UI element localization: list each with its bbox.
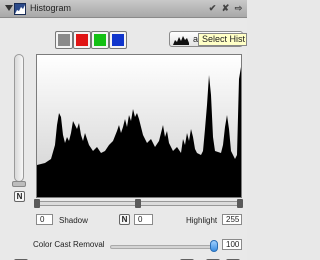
color-cast-input[interactable]: 100 [222, 239, 242, 250]
red-swatch [76, 34, 88, 46]
shadow-input[interactable]: 0 [36, 214, 53, 225]
histogram-app-icon [14, 3, 26, 15]
green-swatch [94, 34, 106, 46]
blue-swatch [112, 34, 124, 46]
color-cast-thumb[interactable] [210, 240, 218, 252]
window-titlebar: Histogram ✔ ✘ ⇨ [0, 0, 247, 18]
color-cast-slider[interactable] [110, 245, 214, 249]
mode-select-tooltip: Select Hist [198, 33, 247, 46]
shadow-slider-thumb[interactable] [34, 199, 40, 208]
histogram-panel: additive ▲▼ N 0 Shadow N 0 Highlight 255… [0, 19, 247, 260]
normalize-left-button[interactable]: N [14, 191, 25, 202]
histogram-graph [36, 54, 242, 198]
midtone-slider-thumb[interactable] [135, 199, 141, 208]
color-cast-label: Color Cast Removal [33, 240, 105, 249]
channel-blue-button[interactable] [109, 31, 127, 49]
mini-histogram-icon [173, 36, 189, 45]
channel-red-button[interactable] [73, 31, 91, 49]
highlight-label: Highlight [186, 216, 218, 225]
channel-green-button[interactable] [91, 31, 109, 49]
gray-swatch [58, 34, 70, 46]
highlight-input[interactable]: 255 [222, 214, 242, 225]
close-x-icon[interactable]: ✘ [220, 3, 231, 14]
normalize-mid-button[interactable]: N [119, 214, 130, 225]
vertical-scale-slider[interactable] [14, 54, 24, 182]
collapse-triangle-icon[interactable] [5, 5, 13, 11]
window-title: Histogram [30, 3, 72, 13]
export-icon[interactable]: ⇨ [233, 3, 244, 14]
vertical-scale-thumb[interactable] [12, 181, 26, 187]
shadow-label: Shadow [59, 216, 88, 225]
highlight-slider-thumb[interactable] [237, 199, 243, 208]
apply-check-icon[interactable]: ✔ [207, 3, 218, 14]
channel-gray-button[interactable] [55, 31, 73, 49]
midtone-input[interactable]: 0 [134, 214, 153, 225]
